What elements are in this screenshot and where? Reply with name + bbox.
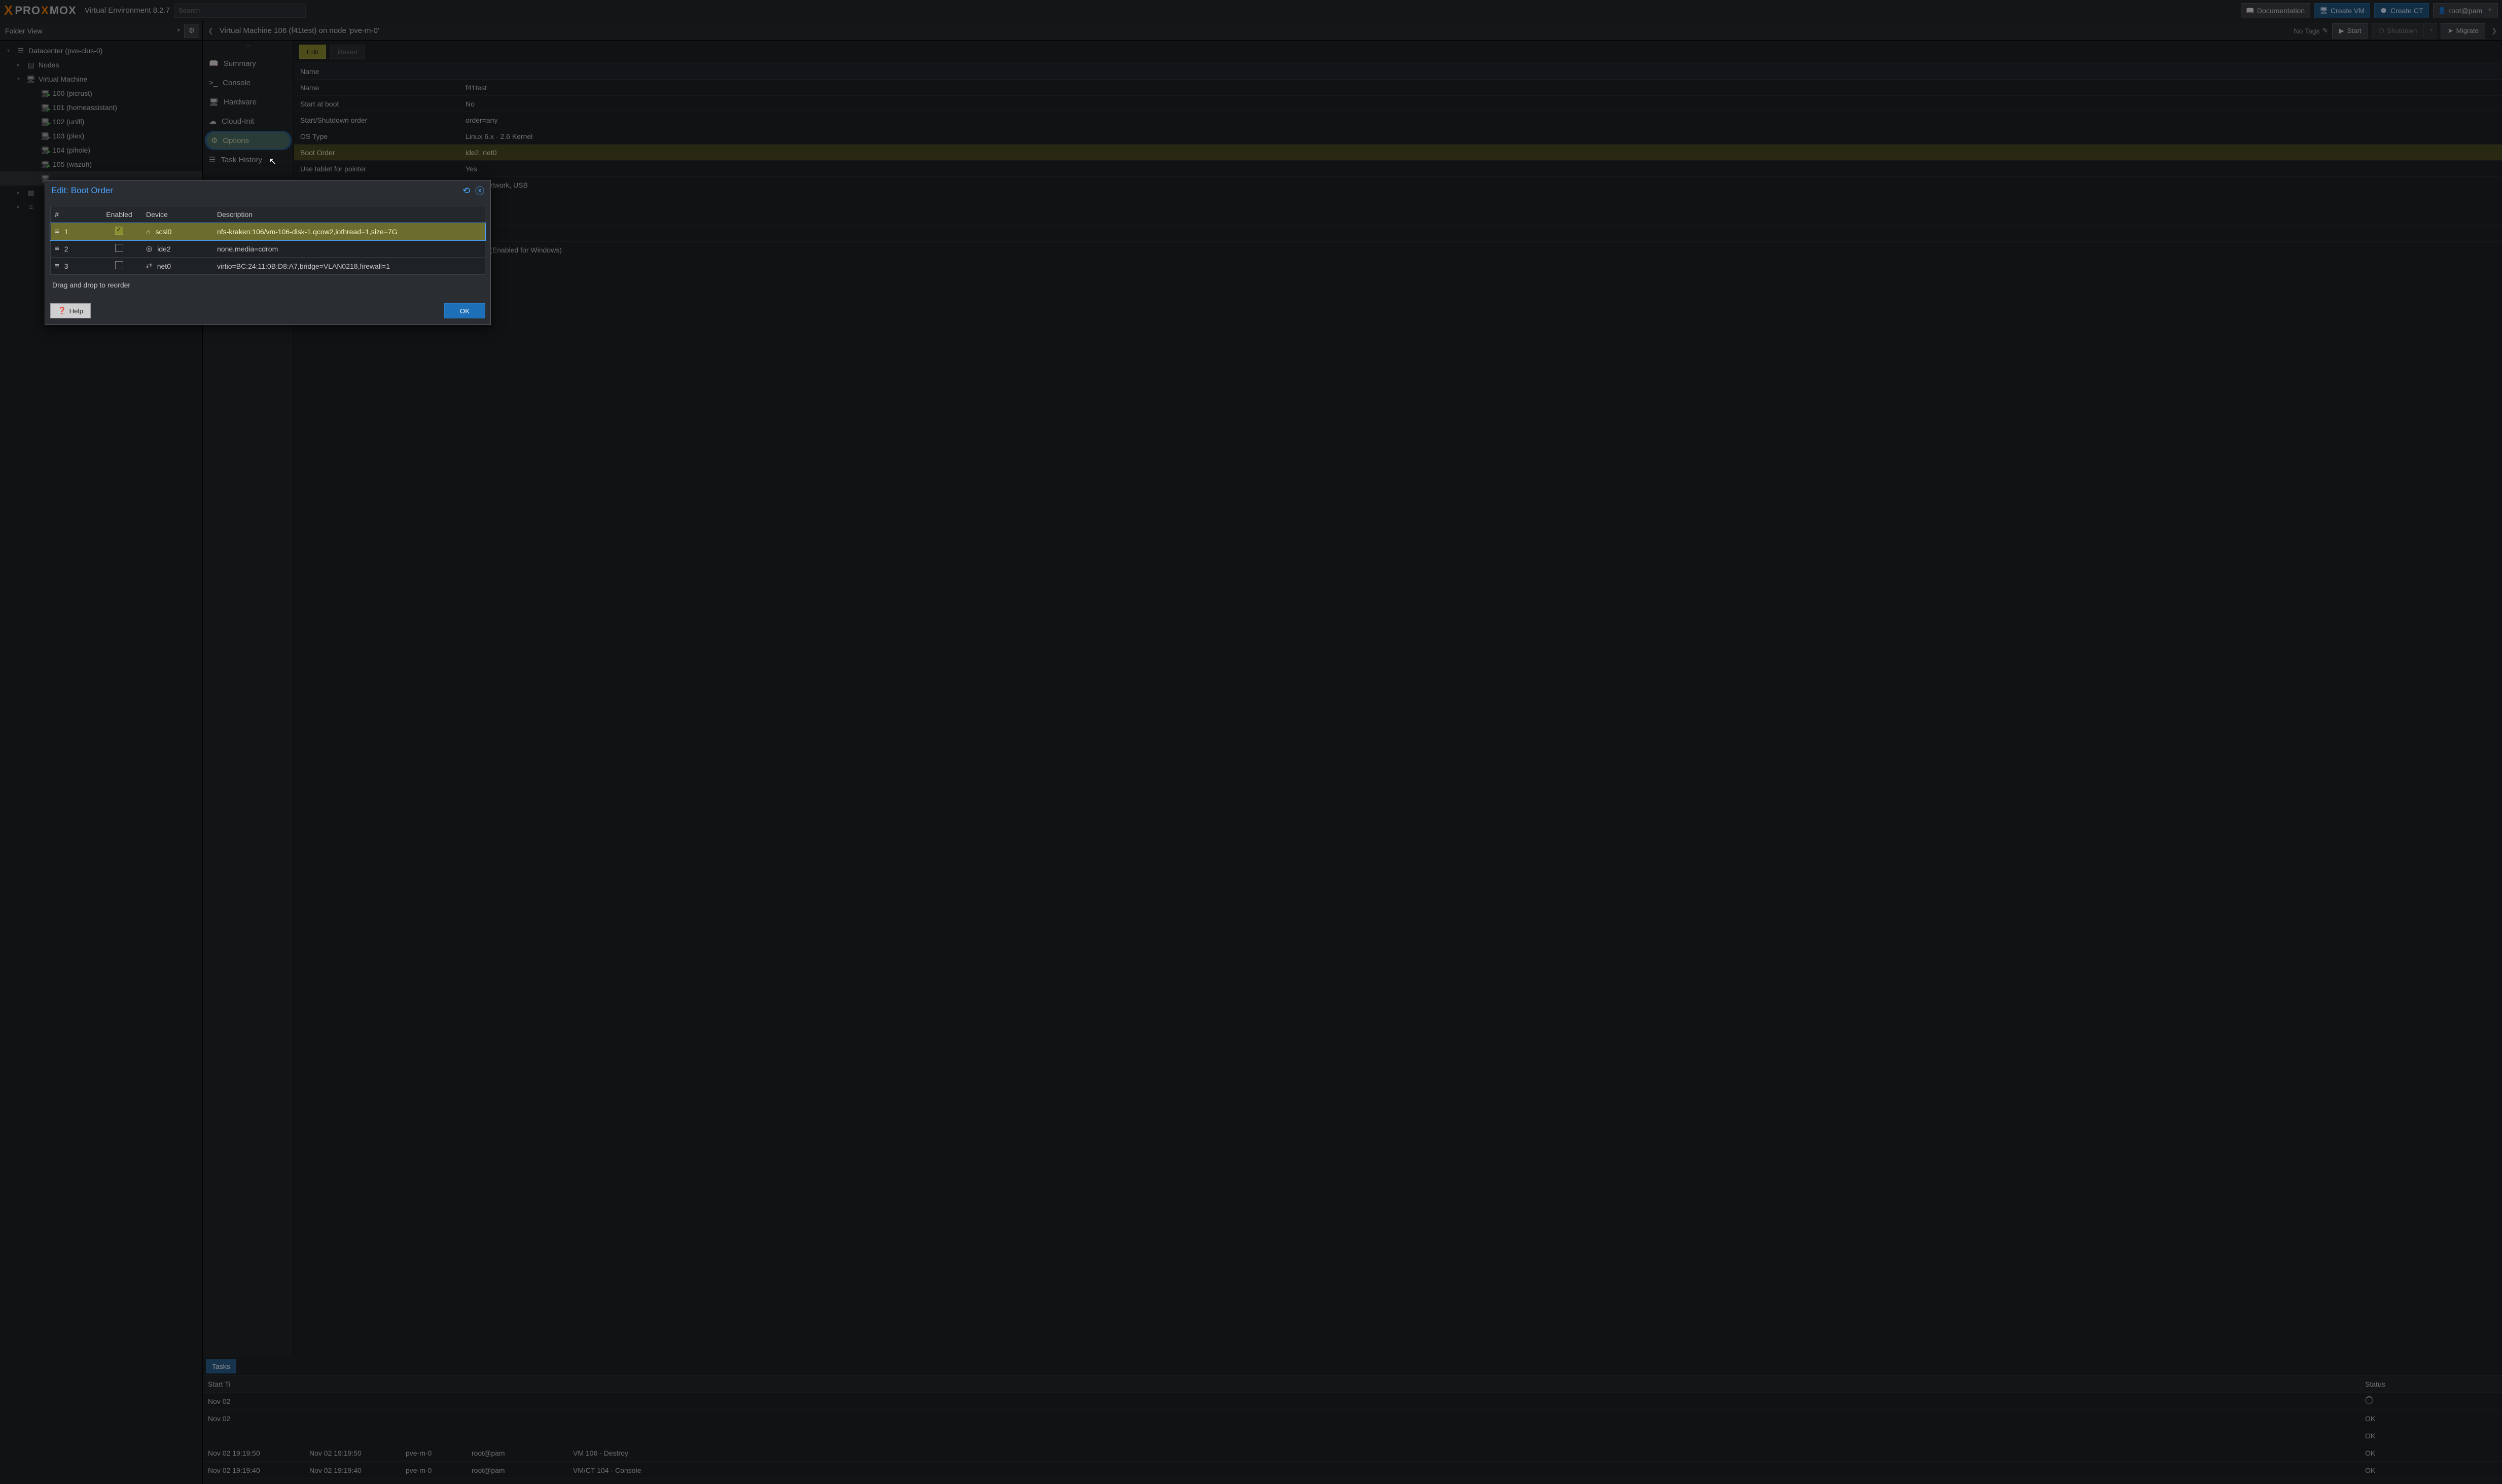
mouse-cursor-icon: ↖ xyxy=(269,156,276,167)
drag-handle-icon[interactable]: ≡ xyxy=(55,227,59,236)
enabled-checkbox[interactable] xyxy=(115,261,123,269)
drag-handle-icon[interactable]: ≡ xyxy=(55,262,59,270)
enabled-checkbox[interactable] xyxy=(115,244,123,252)
boot-order-header: # Enabled Device Description xyxy=(50,206,485,223)
help-button[interactable]: ❓Help xyxy=(50,303,91,318)
boot-order-row[interactable]: ≡1⌂scsi0nfs-kraken:106/vm-106-disk-1.qco… xyxy=(50,223,485,240)
drag-handle-icon[interactable]: ≡ xyxy=(55,244,59,253)
dialog-title: Edit: Boot Order xyxy=(51,186,113,196)
hdd-icon: ⌂ xyxy=(146,228,150,236)
boot-order-row[interactable]: ≡2◎ide2none,media=cdrom xyxy=(50,240,485,258)
boot-order-dialog: Edit: Boot Order ⟲ ⓧ # Enabled Device De… xyxy=(45,180,491,325)
help-icon: ❓ xyxy=(58,307,66,315)
reorder-hint: Drag and drop to reorder xyxy=(50,275,485,297)
cd-icon: ◎ xyxy=(146,244,152,253)
enabled-checkbox[interactable] xyxy=(115,227,123,235)
net-icon: ⇄ xyxy=(146,262,152,270)
boot-order-row[interactable]: ≡3⇄net0virtio=BC:24:11:0B:D8:A7,bridge=V… xyxy=(50,258,485,275)
dialog-reset-button[interactable]: ⟲ xyxy=(462,186,470,196)
dialog-close-button[interactable]: ⓧ xyxy=(475,184,484,197)
ok-button[interactable]: OK xyxy=(444,303,485,318)
